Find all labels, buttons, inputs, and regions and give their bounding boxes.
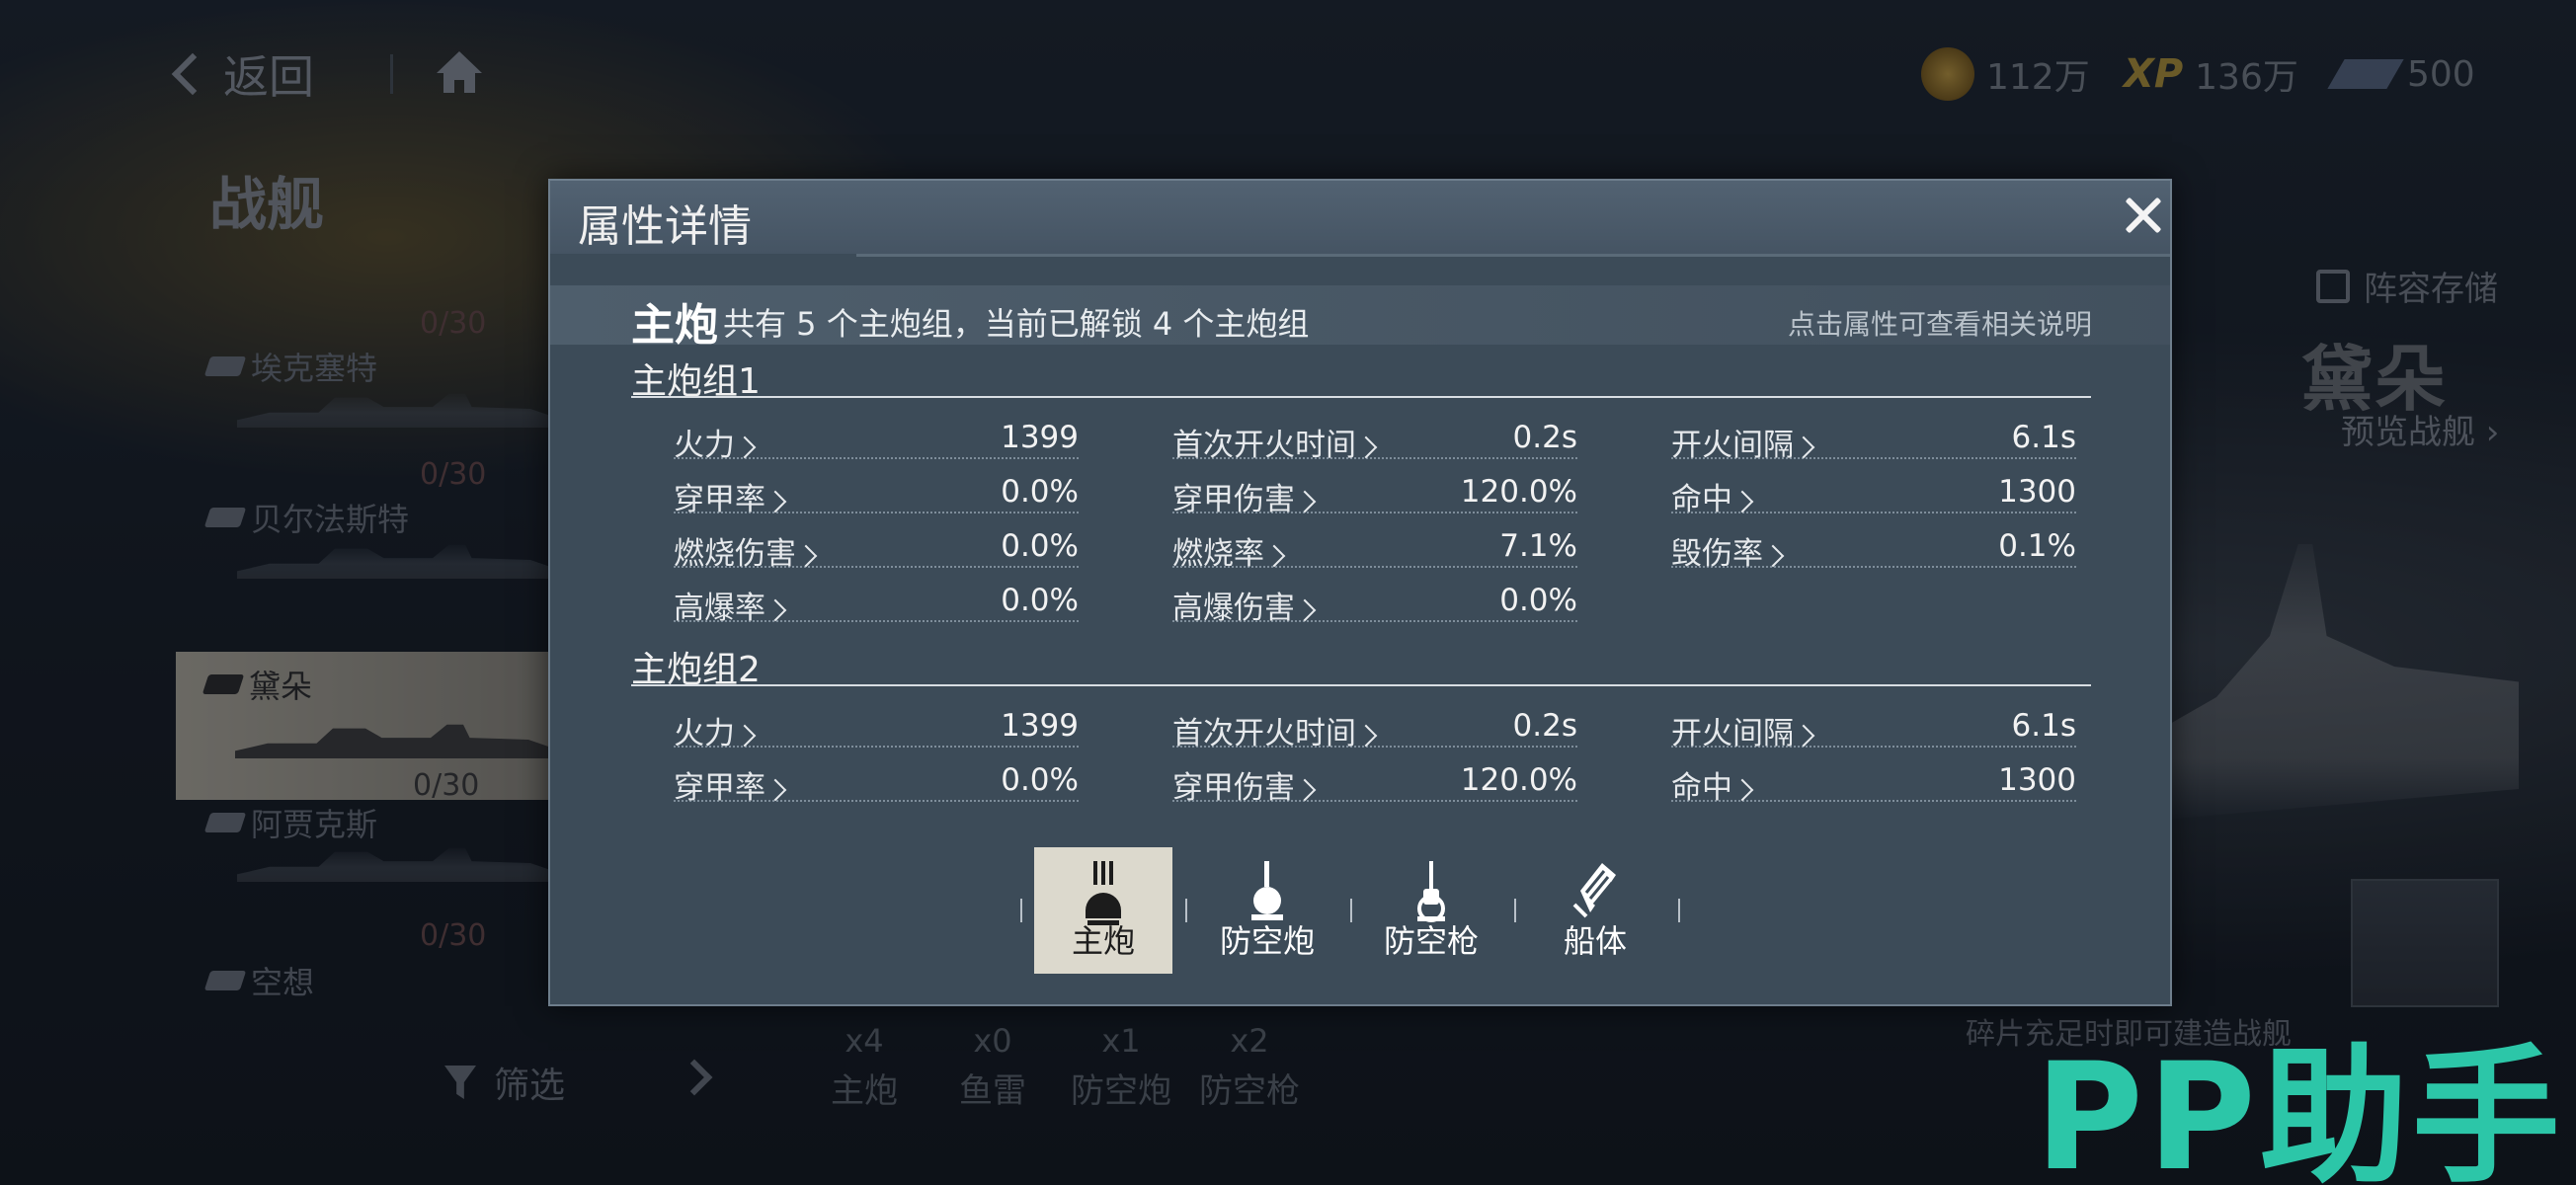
stat-firepower[interactable]: 火力 1399: [674, 704, 1079, 751]
tab-label: 防空炮: [1219, 922, 1315, 960]
stat-ap-damage[interactable]: 穿甲伤害 120.0%: [1172, 758, 1577, 806]
stat-ap-rate[interactable]: 穿甲率 0.0%: [674, 470, 1079, 517]
stat-ap-rate[interactable]: 穿甲率 0.0%: [674, 758, 1079, 806]
stat-he-damage[interactable]: 高爆伤害 0.0%: [1172, 579, 1577, 626]
group-divider: [631, 684, 2091, 686]
tab-label: 防空枪: [1383, 922, 1479, 960]
help-note: 点击属性可查看相关说明: [1788, 308, 2093, 341]
tab-divider: [1020, 899, 1022, 922]
category-title: 主炮: [631, 300, 718, 351]
modal-header: 属性详情: [550, 181, 2170, 254]
category-description: 共有 5 个主炮组，当前已解锁 4 个主炮组: [723, 305, 1310, 343]
tab-divider: [1185, 899, 1187, 922]
tab-aa-cannon[interactable]: 防空炮: [1198, 847, 1336, 974]
stat-firepower[interactable]: 火力 1399: [674, 416, 1079, 463]
tab-label: 主炮: [1071, 922, 1135, 960]
modal-title: 属性详情: [578, 201, 752, 252]
tab-divider: [1350, 899, 1352, 922]
tab-hull[interactable]: 船体: [1526, 847, 1664, 974]
stat-accuracy[interactable]: 命中 1300: [1671, 758, 2076, 806]
tab-main-gun[interactable]: 主炮: [1034, 847, 1172, 974]
tab-label: 船体: [1563, 922, 1627, 960]
aa-cannon-icon: [1251, 861, 1283, 920]
stat-burn-damage[interactable]: 燃烧伤害 0.0%: [674, 524, 1079, 572]
stat-ap-damage[interactable]: 穿甲伤害 120.0%: [1172, 470, 1577, 517]
close-icon[interactable]: [2121, 193, 2166, 238]
stat-fire-interval[interactable]: 开火间隔 6.1s: [1671, 416, 2076, 463]
attribute-details-modal: 属性详情 主炮 共有 5 个主炮组，当前已解锁 4 个主炮组 点击属性可查看相关…: [548, 179, 2172, 1006]
watermark-logo: PP助手: [2035, 1032, 2564, 1185]
category-strip: 主炮 共有 5 个主炮组，当前已解锁 4 个主炮组 点击属性可查看相关说明: [550, 285, 2170, 351]
tab-aa-gun[interactable]: 防空枪: [1362, 847, 1500, 974]
stat-damage-rate[interactable]: 毁伤率 0.1%: [1671, 524, 2076, 572]
stat-first-fire-time[interactable]: 首次开火时间 0.2s: [1172, 416, 1577, 463]
tab-divider: [1514, 899, 1516, 922]
hull-icon: [1572, 863, 1616, 918]
tab-divider: [1678, 899, 1680, 922]
stat-fire-interval[interactable]: 开火间隔 6.1s: [1671, 704, 2076, 751]
stat-he-rate[interactable]: 高爆率 0.0%: [674, 579, 1079, 626]
group-divider: [631, 396, 2091, 398]
stat-burn-rate[interactable]: 燃烧率 7.1%: [1172, 524, 1577, 572]
header-divider: [856, 254, 2170, 257]
stat-first-fire-time[interactable]: 首次开火时间 0.2s: [1172, 704, 1577, 751]
stat-accuracy[interactable]: 命中 1300: [1671, 470, 2076, 517]
aa-gun-icon: [1417, 861, 1445, 922]
